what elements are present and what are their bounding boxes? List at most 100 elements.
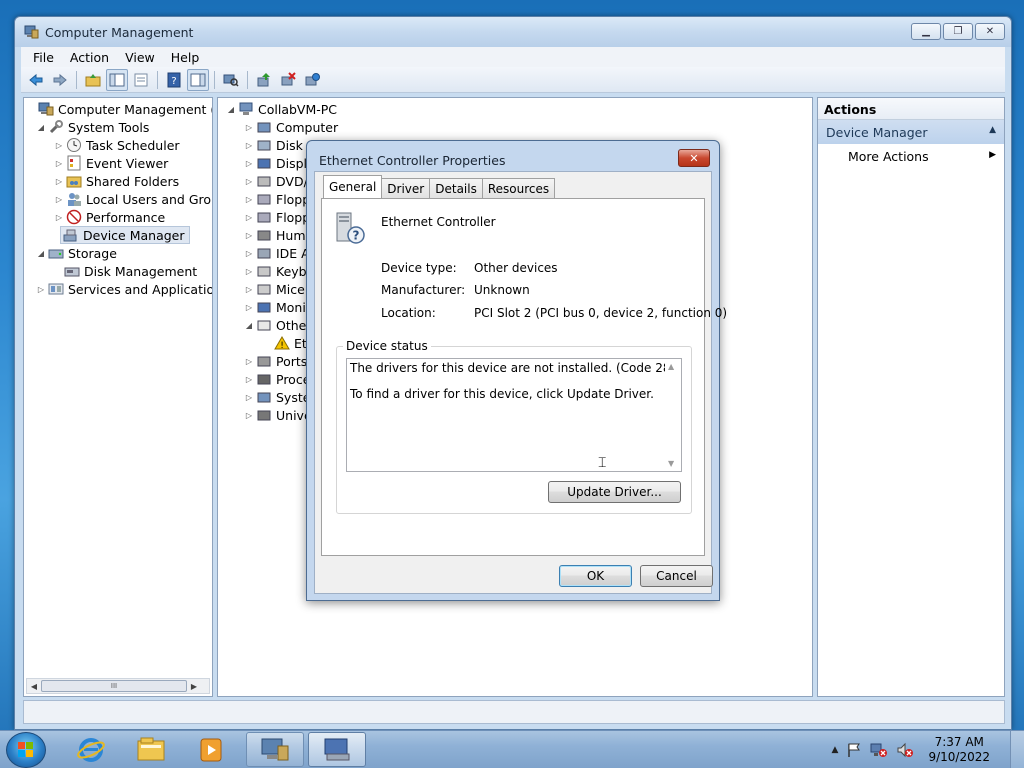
collapse-up-icon[interactable]: ▲ bbox=[989, 125, 996, 135]
tree-node-system-tools[interactable]: ◢ System Tools bbox=[36, 118, 149, 136]
tab-resources[interactable]: Resources bbox=[481, 178, 556, 198]
maximize-button[interactable]: ❐ bbox=[943, 23, 973, 40]
device-category-item[interactable]: ▷ Unive bbox=[244, 406, 312, 424]
clock[interactable]: 7:37 AM 9/10/2022 bbox=[928, 735, 990, 765]
start-button[interactable] bbox=[6, 732, 46, 768]
scroll-left-icon[interactable]: ◀ bbox=[27, 682, 41, 691]
device-category-item[interactable]: ▷ Displa bbox=[244, 154, 315, 172]
tree-node-device-manager[interactable]: Device Manager bbox=[60, 226, 190, 244]
expand-arrow-icon[interactable]: ▷ bbox=[54, 213, 64, 222]
taskbar-device-properties[interactable] bbox=[308, 732, 366, 767]
ok-button[interactable]: OK bbox=[559, 565, 632, 587]
taskbar-internet-explorer[interactable] bbox=[62, 732, 120, 767]
device-category-item[interactable]: ▷ Flopp bbox=[244, 190, 310, 208]
menu-action[interactable]: Action bbox=[62, 50, 117, 65]
device-category-item[interactable]: ▷ DVD/ bbox=[244, 172, 308, 190]
expand-arrow-icon[interactable]: ▷ bbox=[244, 357, 254, 366]
menu-help[interactable]: Help bbox=[163, 50, 208, 65]
device-category-item[interactable]: ▷ Moni bbox=[244, 298, 306, 316]
taskbar-windows-explorer[interactable] bbox=[122, 732, 180, 767]
device-category-item[interactable]: ▷ Proce bbox=[244, 370, 310, 388]
show-hide-console-tree-button[interactable] bbox=[106, 68, 128, 91]
expand-arrow-icon[interactable]: ▷ bbox=[244, 159, 254, 168]
taskbar-computer-management[interactable] bbox=[246, 732, 304, 767]
collapse-arrow-icon[interactable]: ◢ bbox=[36, 249, 46, 258]
collapse-arrow-icon[interactable]: ◢ bbox=[226, 105, 236, 114]
expand-arrow-icon[interactable]: ▷ bbox=[244, 375, 254, 384]
expand-arrow-icon[interactable]: ▷ bbox=[54, 141, 64, 150]
collapse-arrow-icon[interactable]: ◢ bbox=[36, 123, 46, 132]
menu-view[interactable]: View bbox=[117, 50, 163, 65]
device-category-item[interactable]: ◢ Other bbox=[244, 316, 312, 334]
tab-general[interactable]: General bbox=[323, 175, 383, 198]
tree-node-local-users-groups[interactable]: ▷ Local Users and Groups bbox=[54, 190, 212, 208]
up-one-level-button[interactable] bbox=[82, 69, 104, 91]
scroll-right-icon[interactable]: ▶ bbox=[187, 682, 201, 691]
expand-arrow-icon[interactable]: ▷ bbox=[244, 141, 254, 150]
uninstall-device-button[interactable] bbox=[277, 69, 299, 91]
tree-node-event-viewer[interactable]: ▷ Event Viewer bbox=[54, 154, 168, 172]
show-hide-action-pane-button[interactable] bbox=[187, 68, 209, 91]
horizontal-scrollbar[interactable]: ◀ III ▶ bbox=[26, 678, 210, 694]
tree-node-performance[interactable]: ▷ Performance bbox=[54, 208, 165, 226]
expand-arrow-icon[interactable]: ▷ bbox=[244, 411, 254, 420]
expand-arrow-icon[interactable]: ▷ bbox=[54, 177, 64, 186]
expand-arrow-icon[interactable]: ▷ bbox=[244, 231, 254, 240]
scroll-up-icon[interactable]: ▲ bbox=[668, 362, 674, 371]
menu-file[interactable]: File bbox=[25, 50, 62, 65]
titlebar[interactable]: Computer Management ▁ ❐ ✕ bbox=[15, 17, 1011, 47]
device-category-item[interactable]: ▷ Flopp bbox=[244, 208, 310, 226]
device-category-item[interactable]: ▷ Ports bbox=[244, 352, 307, 370]
scan-hardware-button[interactable] bbox=[220, 69, 242, 91]
expand-arrow-icon[interactable]: ▷ bbox=[244, 213, 254, 222]
close-window-button[interactable]: ✕ bbox=[975, 23, 1005, 40]
update-driver-toolbar-button[interactable] bbox=[253, 69, 275, 91]
status-vertical-scrollbar[interactable]: ▲ ▼ bbox=[665, 359, 681, 471]
expand-arrow-icon[interactable]: ▷ bbox=[244, 393, 254, 402]
tab-details[interactable]: Details bbox=[429, 178, 483, 198]
help-button[interactable]: ? bbox=[163, 69, 185, 91]
tree-node-computer-management[interactable]: Computer Management (Local bbox=[26, 100, 212, 118]
expand-arrow-icon[interactable]: ▷ bbox=[54, 159, 64, 168]
update-driver-button[interactable]: Update Driver... bbox=[548, 481, 681, 503]
scroll-down-icon[interactable]: ▼ bbox=[668, 459, 674, 468]
device-category-item[interactable]: ▷ Hum bbox=[244, 226, 306, 244]
device-category-item[interactable]: ▷ IDE A bbox=[244, 244, 310, 262]
console-tree-pane[interactable]: Computer Management (Local ◢ System Tool… bbox=[23, 97, 213, 697]
action-center-flag-icon[interactable] bbox=[846, 742, 862, 758]
collapse-arrow-icon[interactable]: ◢ bbox=[244, 321, 254, 330]
device-category-item[interactable]: ▷ Disk d bbox=[244, 136, 315, 154]
tree-node-storage[interactable]: ◢ Storage bbox=[36, 244, 117, 262]
device-category-item[interactable]: ▷ Syste bbox=[244, 388, 311, 406]
expand-arrow-icon[interactable]: ▷ bbox=[244, 177, 254, 186]
enable-device-button[interactable] bbox=[301, 69, 323, 91]
device-status-textbox[interactable]: The drivers for this device are not inst… bbox=[346, 358, 682, 472]
expand-arrow-icon[interactable]: ▷ bbox=[244, 303, 254, 312]
dialog-close-button[interactable]: ✕ bbox=[678, 149, 710, 167]
expand-arrow-icon[interactable]: ▷ bbox=[244, 285, 254, 294]
back-button[interactable] bbox=[25, 69, 47, 91]
expand-arrow-icon[interactable]: ▷ bbox=[244, 249, 254, 258]
expand-arrow-icon[interactable]: ▷ bbox=[244, 195, 254, 204]
taskbar-media-player[interactable] bbox=[182, 732, 240, 767]
device-tree-root[interactable]: ◢ CollabVM-PC bbox=[226, 100, 337, 118]
device-category-item[interactable]: ▷ Keyb bbox=[244, 262, 307, 280]
tree-node-services-applications[interactable]: ▷ Services and Applications bbox=[36, 280, 212, 298]
expand-arrow-icon[interactable]: ▷ bbox=[244, 267, 254, 276]
more-actions-item[interactable]: More Actions ▶ bbox=[818, 144, 1004, 169]
expand-arrow-icon[interactable]: ▷ bbox=[54, 195, 64, 204]
expand-arrow-icon[interactable]: ▷ bbox=[244, 123, 254, 132]
minimize-button[interactable]: ▁ bbox=[911, 23, 941, 40]
network-disconnected-icon[interactable] bbox=[870, 742, 888, 758]
show-hidden-icons-icon[interactable]: ▲ bbox=[832, 745, 839, 755]
tree-node-disk-management[interactable]: Disk Management bbox=[62, 262, 197, 280]
tree-node-shared-folders[interactable]: ▷ Shared Folders bbox=[54, 172, 179, 190]
device-category-item[interactable]: ▷ Mice bbox=[244, 280, 305, 298]
tab-driver[interactable]: Driver bbox=[381, 178, 431, 198]
tree-node-task-scheduler[interactable]: ▷ Task Scheduler bbox=[54, 136, 180, 154]
device-category-item[interactable]: ▷ Computer bbox=[244, 118, 338, 136]
scroll-thumb[interactable]: III bbox=[41, 680, 187, 692]
volume-muted-icon[interactable] bbox=[896, 742, 914, 758]
device-item-ethernet-warning[interactable]: ! Et bbox=[272, 334, 307, 352]
properties-list-button[interactable] bbox=[130, 69, 152, 91]
